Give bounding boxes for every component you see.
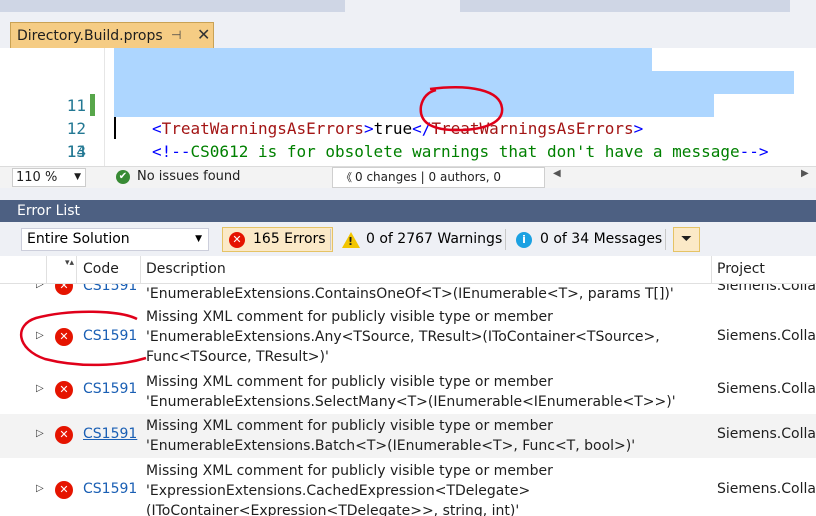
error-icon: ✕ [55, 381, 73, 399]
error-list-grid: ▾▴ Code Description Project ▷ ✕ CS1591 S… [0, 256, 816, 516]
error-icon: ✕ [55, 284, 73, 295]
toolbar-separator [330, 229, 331, 250]
toolbar-separator [505, 229, 506, 250]
error-icon: ✕ [55, 426, 73, 444]
error-list-toolbar: Entire Solution ▼ ✕ 165 Errors ! 0 of 27… [0, 222, 816, 256]
error-list-title[interactable]: Error List [0, 200, 816, 222]
scope-value: Entire Solution [27, 231, 130, 247]
error-project: Siemens.Collab [717, 481, 816, 497]
expand-row-icon[interactable]: ▷ [36, 284, 44, 290]
toolbar-separator [665, 229, 666, 250]
scope-dropdown[interactable]: Entire Solution ▼ [21, 228, 209, 251]
error-code-link[interactable]: CS1591 [83, 381, 137, 397]
expand-row-icon[interactable]: ▷ [36, 428, 44, 439]
messages-filter-button[interactable]: i 0 of 34 Messages [510, 227, 668, 252]
error-description: Missing XML comment for publicly visible… [146, 418, 636, 454]
check-circle-icon: ✔ [116, 169, 130, 184]
info-icon: i [516, 231, 532, 248]
code-line[interactable]: 12 <!--CS0612 is for obsolete warnings t… [0, 71, 816, 161]
code-line[interactable]: 14 </PropertyGroup> [0, 117, 816, 207]
selection-highlight [114, 71, 794, 94]
error-row[interactable]: ▷ ✕ CS1591 Missing XML comment for publi… [0, 459, 816, 516]
selection-highlight [114, 94, 714, 117]
title-area-band [0, 0, 345, 12]
scroll-left-icon[interactable]: ◀ [553, 168, 561, 179]
text-caret [114, 117, 116, 139]
error-code-link[interactable]: CS1591 [83, 426, 137, 442]
editor-tab-strip: Directory.Build.props ⊣ ✕ [0, 0, 816, 48]
scroll-right-icon[interactable]: ▶ [801, 168, 809, 179]
column-separator [140, 256, 141, 284]
error-description: Missing XML comment for publicly visible… [146, 374, 676, 410]
grid-header: ▾▴ Code Description Project [0, 256, 816, 284]
panel-gap [0, 188, 816, 200]
error-project: Siemens.Collab [717, 426, 816, 442]
column-separator [46, 256, 47, 284]
error-row[interactable]: ▷ ✕ CS1591 Missing XML comment for publi… [0, 307, 816, 369]
warnings-filter-button[interactable]: ! 0 of 2767 Warnings [336, 227, 508, 252]
visual-studio-window: Directory.Build.props ⊣ ✕ 11 <TreatWarni… [0, 0, 816, 516]
editor-status-bar: 110 % ▼ ✔ No issues found 《 0 changes | 0… [0, 166, 816, 203]
error-code-link[interactable]: CS1591 [83, 284, 137, 294]
messages-count-label: 0 of 34 Messages [540, 231, 663, 247]
error-project: Siemens.Collab [717, 328, 816, 344]
git-changes-indicator[interactable]: 《0 changes | 0 authors, 0 changes [332, 167, 545, 203]
change-tracking-bar [90, 94, 95, 116]
errors-count-label: 165 Errors [253, 231, 326, 247]
column-header-project[interactable]: Project [717, 261, 765, 277]
error-project: Siemens.Collab [717, 284, 816, 294]
code-line[interactable]: 13 <WarningsNotAsErrors>CS0618;CS1591</W… [0, 94, 816, 207]
column-separator [711, 256, 712, 284]
error-description: 'EnumerableExtensions.ContainsOneOf<T>(I… [146, 286, 674, 302]
filter-funnel-icon[interactable]: ⏷ [673, 227, 700, 252]
code-editor[interactable]: 11 <TreatWarningsAsErrors>true</TreatWar… [0, 48, 816, 207]
issues-text: No issues found [137, 169, 241, 184]
warning-icon: ! [342, 231, 360, 248]
zoom-dropdown[interactable]: 110 % ▼ [12, 168, 86, 187]
expand-row-icon[interactable]: ▷ [36, 383, 44, 394]
error-project: Siemens.Collab [717, 381, 816, 397]
document-tab[interactable]: Directory.Build.props ⊣ ✕ [10, 22, 214, 48]
error-description: Missing XML comment for publicly visible… [146, 309, 660, 365]
close-icon[interactable]: ✕ [197, 25, 210, 44]
error-code-link[interactable]: CS1591 [83, 481, 137, 497]
code-line[interactable]: 11 <TreatWarningsAsErrors>true</TreatWar… [0, 48, 816, 138]
chevron-down-icon: ▼ [74, 172, 81, 182]
error-row[interactable]: ▷ ✕ CS1591 Siemens.Collab 'EnumerableExt… [0, 284, 816, 303]
chevron-down-icon: ▼ [195, 234, 202, 244]
warnings-count-label: 0 of 2767 Warnings [366, 231, 503, 247]
error-code-link[interactable]: CS1591 [83, 328, 137, 344]
errors-filter-button[interactable]: ✕ 165 Errors [222, 227, 333, 252]
error-icon: ✕ [55, 481, 73, 499]
issues-indicator[interactable]: ✔ No issues found [116, 169, 240, 184]
column-header-code[interactable]: Code [83, 261, 119, 277]
error-row[interactable]: ▷ ✕ CS1591 Missing XML comment for publi… [0, 371, 816, 413]
expand-row-icon[interactable]: ▷ [36, 483, 44, 494]
code-line[interactable]: 15 [0, 140, 816, 184]
error-icon: ✕ [229, 231, 245, 248]
error-row[interactable]: ▷ ✕ CS1591 Missing XML comment for publi… [0, 414, 816, 458]
title-area-band [460, 0, 790, 12]
changes-icon: 《 [341, 171, 352, 184]
sort-icon[interactable]: ▾▴ [65, 258, 74, 268]
selection-highlight [114, 48, 652, 71]
pin-icon[interactable]: ⊣ [171, 28, 181, 42]
column-header-description[interactable]: Description [146, 261, 226, 277]
column-separator [76, 256, 77, 284]
zoom-value: 110 % [16, 170, 58, 185]
error-description: Missing XML comment for publicly visible… [146, 463, 553, 516]
error-icon: ✕ [55, 328, 73, 346]
document-tab-title: Directory.Build.props [17, 27, 163, 44]
expand-row-icon[interactable]: ▷ [36, 330, 44, 341]
